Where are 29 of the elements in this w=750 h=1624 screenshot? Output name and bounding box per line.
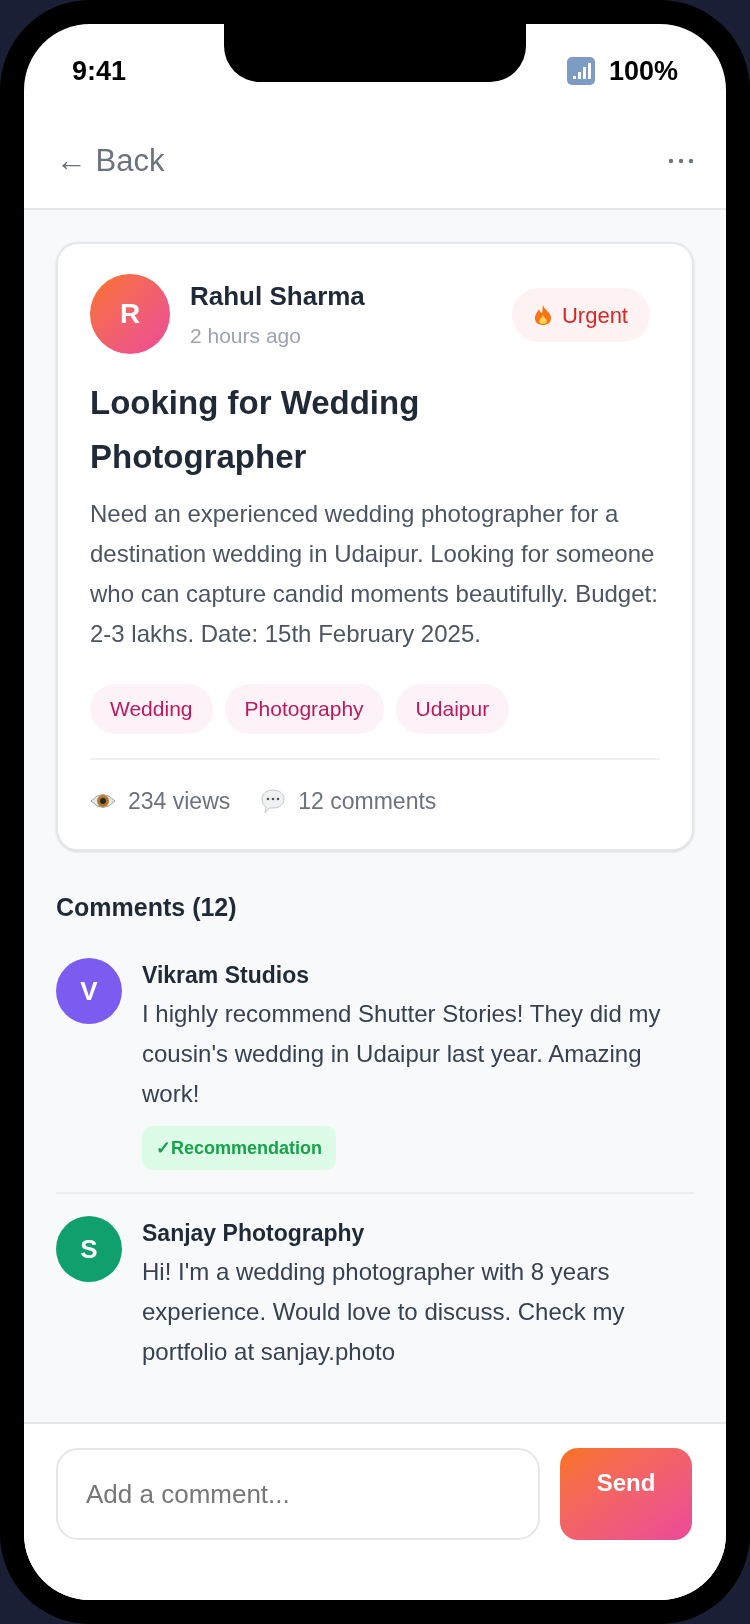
comment-field[interactable]: Add a comment... [56, 1448, 540, 1540]
comment-text: I highly recommend Shutter Stories! They did my cousin's wedding in Udaipur last year. Amazing work! [142, 999, 662, 1109]
author-avatar: R [90, 274, 170, 354]
post-title: Looking for Wedding Photographer [90, 383, 421, 477]
commenter-avatar: S [56, 1216, 122, 1282]
tag[interactable]: Udaipur [395, 684, 510, 734]
urgent-badge: Urgent [511, 288, 650, 342]
view-count: 234 views [128, 787, 231, 816]
signal-icon [566, 57, 595, 85]
battery-level: 100% [608, 54, 678, 88]
commenter-name: Sanjay Photography [142, 1219, 366, 1248]
comment-count: 12 comments [298, 787, 437, 816]
fire-icon [533, 304, 552, 326]
status-time: 9:41 [72, 54, 127, 88]
commenter-avatar: V [56, 958, 122, 1024]
post-body: Need an experienced wedding photographer for a destination wedding in Udaipur. Looking for someone who can capture candid moments beautifully. Budget: 2-3 lakhs. Date: 15th February 2025. [90, 499, 659, 649]
send-button[interactable]: Send [560, 1448, 692, 1540]
post-time: 2 hours ago [190, 322, 302, 349]
commenter-name: Vikram Studios [142, 961, 311, 990]
tag[interactable]: Photography [224, 684, 384, 734]
back-button[interactable]: ← Back [56, 137, 165, 185]
recommendation-badge: ✓Recommendation [142, 1126, 337, 1170]
eye-icon [90, 792, 116, 811]
author-name: Rahul Sharma [190, 279, 365, 313]
comments-heading: Comments (12) [56, 891, 238, 923]
more-icon[interactable] [668, 158, 694, 164]
tag[interactable]: Wedding [90, 684, 213, 734]
comment-text: Hi! I'm a wedding photographer with 8 years experience. Would love to discuss. Check my portfolio at sanjay.photo [142, 1257, 626, 1367]
speech-bubble-icon [260, 788, 287, 815]
